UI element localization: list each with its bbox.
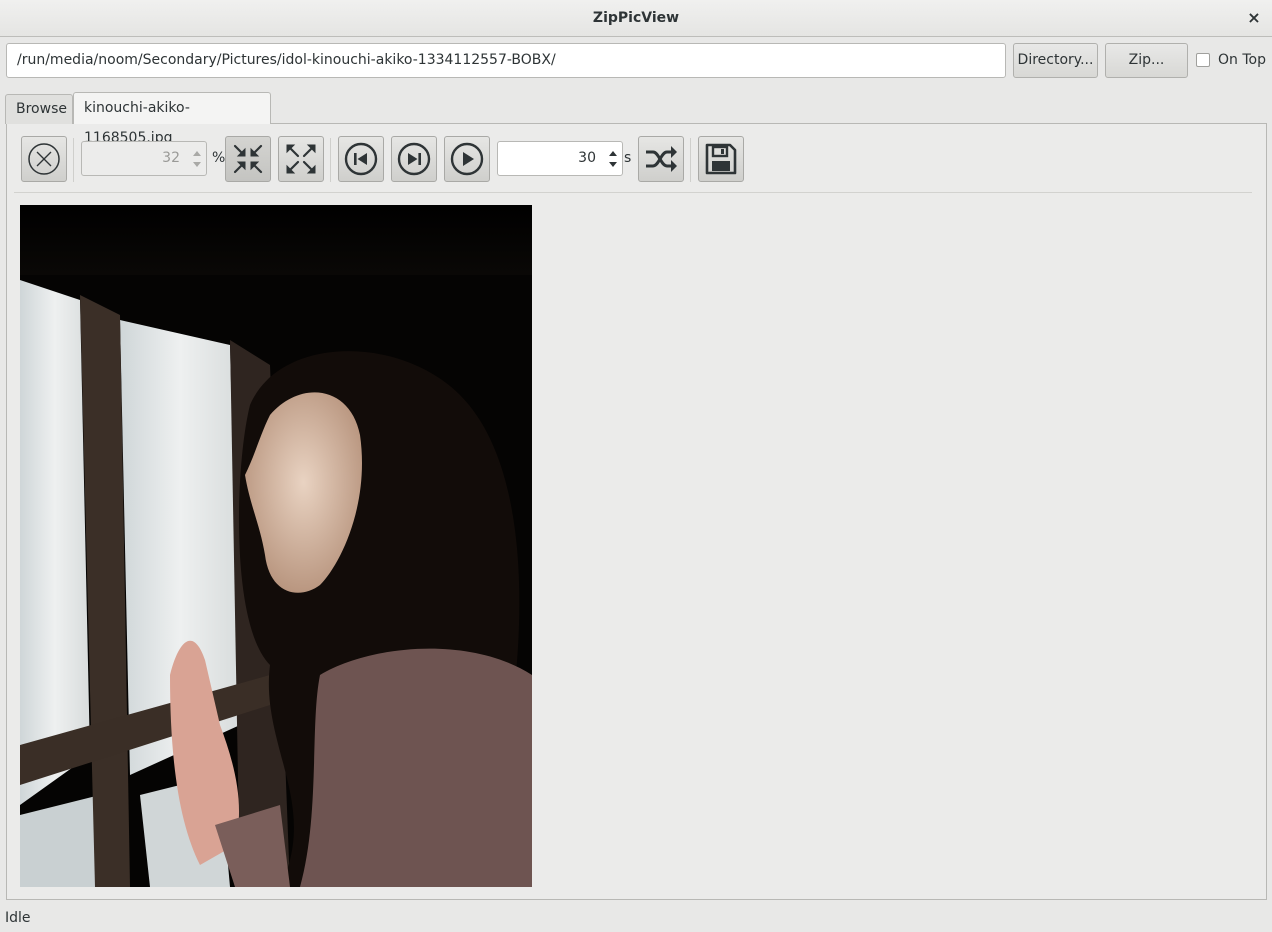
directory-button[interactable]: Directory... (1013, 43, 1098, 78)
tab-browse[interactable]: Browse (5, 94, 73, 124)
actual-size-icon (286, 144, 316, 174)
close-window-button[interactable]: × (1242, 6, 1266, 30)
interval-down-icon[interactable] (609, 161, 617, 167)
previous-icon (344, 142, 378, 176)
window-title: ZipPicView (592, 10, 680, 26)
next-button[interactable] (391, 136, 437, 182)
zoom-stepper (188, 142, 206, 175)
play-slideshow-button[interactable] (444, 136, 490, 182)
shuffle-icon (646, 146, 677, 172)
actual-size-button[interactable] (278, 136, 324, 182)
play-icon (450, 142, 484, 176)
on-top-label: On Top (1218, 52, 1266, 68)
path-input[interactable]: /run/media/noom/Secondary/Pictures/idol-… (6, 43, 1006, 78)
fit-to-window-button[interactable] (225, 136, 271, 182)
interval-unit: s (624, 150, 632, 166)
tab-image-file[interactable]: kinouchi-akiko-1168505.jpg (73, 92, 271, 146)
shuffle-button[interactable] (638, 136, 684, 182)
fit-to-window-icon (233, 144, 263, 174)
interval-value[interactable]: 30 (578, 142, 596, 175)
interval-stepper[interactable] (604, 142, 622, 175)
zoom-spinbox: 32 (81, 141, 207, 176)
status-label: Idle (5, 910, 31, 926)
toolbar-separator (330, 138, 331, 182)
on-top-checkbox[interactable] (1196, 53, 1210, 67)
zoom-down-icon (193, 161, 201, 167)
save-button[interactable] (698, 136, 744, 182)
zoom-value: 32 (162, 150, 180, 166)
image-display[interactable] (20, 205, 532, 887)
title-bar: ZipPicView × (0, 0, 1272, 37)
toolbar-separator (690, 138, 691, 182)
toolbar-separator (73, 138, 74, 182)
save-icon (705, 143, 737, 175)
close-circle-icon (28, 143, 60, 175)
toolbar-divider (14, 192, 1252, 193)
photo-image (20, 205, 532, 887)
zip-button[interactable]: Zip... (1105, 43, 1188, 78)
next-icon (397, 142, 431, 176)
zoom-up-icon (193, 150, 201, 156)
previous-button[interactable] (338, 136, 384, 182)
zoom-unit: % (212, 150, 226, 166)
close-image-button[interactable] (21, 136, 67, 182)
interval-spinbox[interactable]: 30 (497, 141, 623, 176)
interval-up-icon[interactable] (609, 150, 617, 156)
on-top-toggle[interactable]: On Top (1196, 51, 1266, 69)
